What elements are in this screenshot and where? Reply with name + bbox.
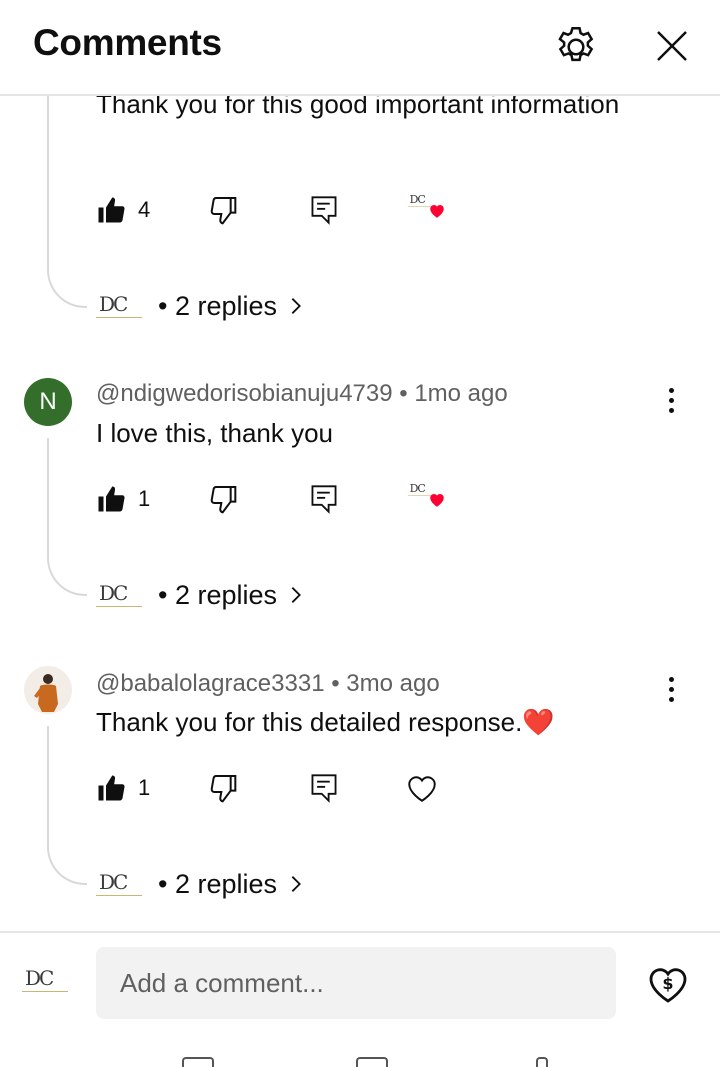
dislike-button[interactable] <box>208 188 240 232</box>
creator-heart-badge: DC <box>408 188 452 228</box>
comment-text: I love this, thank you <box>96 418 334 448</box>
thumbs-down-icon <box>210 775 237 803</box>
reply-button[interactable] <box>310 477 338 521</box>
reply-button[interactable] <box>310 188 338 232</box>
comment-actions: 1 DC <box>96 477 596 521</box>
thumbs-down-icon <box>210 486 237 514</box>
like-button[interactable]: 4 <box>96 188 150 232</box>
dislike-button[interactable] <box>208 766 240 810</box>
nav-hint-icon <box>182 1057 214 1067</box>
nav-hint-icon <box>536 1057 548 1067</box>
avatar[interactable] <box>24 666 72 714</box>
more-options-icon[interactable] <box>656 669 686 709</box>
comments-header: Comments <box>0 0 720 96</box>
reply-icon <box>311 774 337 803</box>
replies-label: • 2 replies <box>158 868 278 899</box>
heart-outline-icon <box>408 776 436 802</box>
chevron-right-icon <box>291 298 301 314</box>
thread-connector <box>47 726 87 885</box>
thumbs-up-icon <box>98 197 125 223</box>
chevron-right-icon <box>291 587 301 603</box>
comment-actions: 4 DC <box>96 188 596 232</box>
comment-text: Thank you for this good important inform… <box>96 96 620 119</box>
like-count: 1 <box>138 775 151 800</box>
thread-connector <box>47 96 87 308</box>
avatar[interactable]: N <box>24 378 72 426</box>
view-replies-button[interactable]: DC • 2 replies <box>96 284 496 328</box>
like-count: 1 <box>138 486 151 511</box>
add-comment-input[interactable]: Add a comment... <box>96 947 616 1019</box>
thumbs-up-icon <box>98 486 125 512</box>
creator-heart-badge: DC <box>408 477 452 517</box>
comment-actions: 1 <box>96 766 596 810</box>
comment-composer: DC Add a comment... $ <box>0 931 720 1067</box>
comment-author-meta[interactable]: @ndigwedorisobianuju4739 • 1mo ago <box>96 380 508 408</box>
page-title: Comments <box>33 22 222 63</box>
close-icon[interactable] <box>648 22 696 70</box>
channel-logo-icon: DC <box>22 965 72 995</box>
comment-author-meta[interactable]: @babalolagrace3331 • 3mo ago <box>96 670 440 698</box>
dislike-button[interactable] <box>208 477 240 521</box>
comment-text: Thank you for this detailed response.❤️ <box>96 707 555 737</box>
reply-icon <box>311 196 337 225</box>
more-options-icon[interactable] <box>656 380 686 420</box>
like-count: 4 <box>138 197 151 222</box>
comments-list[interactable]: Thank you for this good important inform… <box>0 96 720 930</box>
heart-icon <box>430 494 444 507</box>
user-photo-icon <box>34 674 58 712</box>
replies-label: • 2 replies <box>158 290 278 321</box>
super-thanks-icon[interactable]: $ <box>644 959 692 1007</box>
heart-button[interactable] <box>404 766 440 810</box>
chevron-right-icon <box>291 876 301 892</box>
thumbs-down-icon <box>210 197 237 225</box>
heart-icon <box>430 205 444 218</box>
channel-logo-icon: DC <box>96 869 146 899</box>
thumbs-up-icon <box>98 775 125 801</box>
view-replies-button[interactable]: DC • 2 replies <box>96 573 496 617</box>
reply-icon <box>311 485 337 514</box>
reply-button[interactable] <box>310 766 338 810</box>
thread-connector <box>47 438 87 596</box>
settings-gear-icon[interactable] <box>551 22 601 72</box>
channel-logo-icon: DC <box>96 291 146 321</box>
nav-hint-icon <box>356 1057 388 1067</box>
like-button[interactable]: 1 <box>96 766 150 810</box>
like-button[interactable]: 1 <box>96 477 150 521</box>
channel-logo-icon: DC <box>96 580 146 610</box>
view-replies-button[interactable]: DC • 2 replies <box>96 862 496 906</box>
svg-text:$: $ <box>662 974 673 993</box>
replies-label: • 2 replies <box>158 579 278 610</box>
